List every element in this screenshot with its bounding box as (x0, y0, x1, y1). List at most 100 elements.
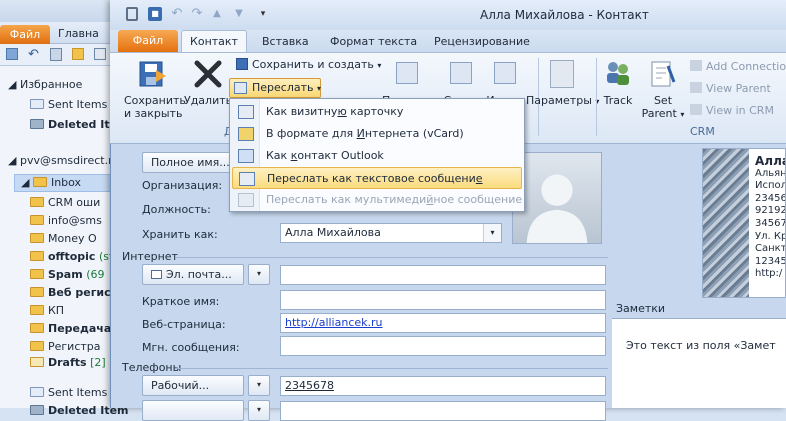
section-divider (176, 257, 608, 258)
menu-item-1[interactable]: Как визитную карточку (232, 101, 522, 123)
view-parent-button[interactable]: View Parent (690, 82, 771, 95)
account-header[interactable]: ◢ pvv@smsdirect.r (8, 154, 113, 167)
folder-item[interactable]: Передача (30, 322, 111, 335)
set-parent-label-1: Set (653, 94, 673, 107)
short-name-label: Краткое имя: (142, 295, 220, 308)
card-decoration (703, 149, 749, 297)
menu-item-2[interactable]: В формате для Интернета (vCard) (232, 123, 522, 145)
card-icon (238, 105, 254, 119)
menu-item-3[interactable]: Как контакт Outlook (232, 145, 522, 167)
card-line: Альянс (755, 167, 785, 179)
ribbon-separator (596, 58, 597, 136)
set-parent-button[interactable]: Set Parent ▾ (640, 54, 686, 124)
inbox-folder-icon (32, 177, 47, 187)
background-tab-file[interactable]: Файл (0, 25, 50, 44)
phone-button-2[interactable] (142, 400, 244, 421)
menu-item-5[interactable]: Переслать как мультимедийное сообщение (232, 189, 522, 211)
tab-format-text[interactable]: Формат текста (330, 33, 417, 52)
tab-contact[interactable]: Контакт (181, 30, 247, 53)
card-line: Ул. Кр (755, 230, 786, 242)
organization-label: Организация: (142, 179, 223, 192)
webpage-input[interactable]: http://alliancek.ru (280, 313, 606, 333)
tab-review[interactable]: Рецензирование (434, 33, 530, 52)
delete-x-icon (194, 60, 222, 88)
folder-drafts[interactable]: Drafts [2] (30, 356, 106, 369)
save-and-new-button[interactable]: Сохранить и создать ▾ (236, 58, 381, 71)
folder-icon (30, 251, 44, 261)
phone-input-2[interactable] (280, 401, 606, 421)
sent-items-icon (30, 99, 44, 109)
folder-item[interactable]: offtopic (sv (30, 250, 116, 263)
work-phone-button[interactable]: Рабочий... (142, 375, 244, 396)
forward-button[interactable]: Переслать ▾ (229, 78, 321, 98)
view-in-crm-button[interactable]: View in CRM (690, 104, 774, 117)
folder-item[interactable]: info@sms (30, 214, 102, 227)
work-phone-dropdown[interactable]: ▾ (248, 375, 270, 396)
folder-item[interactable]: Регистра (30, 340, 101, 353)
names-icon (494, 62, 516, 84)
app-menu-icon[interactable] (126, 7, 138, 21)
forward-menu: Как визитную карточку В формате для Интер… (229, 98, 525, 212)
notes-textarea[interactable]: Это текст из поля «Замет (612, 318, 786, 408)
contact-photo[interactable] (512, 152, 602, 244)
track-button[interactable]: Track (598, 54, 638, 124)
tab-insert[interactable]: Вставка (262, 33, 309, 52)
folder-item[interactable]: Money O (30, 232, 97, 245)
webpage-label: Веб-страница: (142, 318, 226, 331)
im-label: Мгн. сообщения: (142, 341, 240, 354)
redo-icon[interactable]: ↷ (190, 7, 204, 21)
folder-item[interactable]: КП (30, 304, 64, 317)
tab-file[interactable]: Файл (118, 30, 178, 52)
save-and-close-button[interactable]: Сохранить и закрыть (120, 54, 186, 124)
save-close-icon (139, 61, 166, 87)
track-label: Track (603, 94, 633, 107)
folder-icon (30, 233, 44, 243)
undo-icon[interactable]: ↶ (28, 47, 39, 62)
email-input[interactable] (280, 265, 606, 285)
save-icon[interactable]: ■ (148, 7, 162, 21)
card-line: Испол (755, 180, 786, 192)
menu-item-4[interactable]: Переслать как текстовое сообщение (232, 167, 522, 189)
folder-item[interactable]: Веб регис (30, 286, 111, 299)
up-arrow-icon[interactable]: ▲ (210, 7, 224, 21)
send-receive-icon[interactable] (6, 48, 18, 60)
options-button[interactable]: Параметры ▾ (526, 54, 599, 124)
short-name-input[interactable] (280, 290, 606, 310)
phone-dropdown-2[interactable]: ▾ (248, 400, 270, 421)
folder-sent[interactable]: Sent Items (30, 386, 107, 399)
folder-icon (30, 269, 44, 279)
fav-sent-items[interactable]: Sent Items (30, 98, 107, 111)
down-arrow-icon[interactable]: ▼ (232, 7, 246, 21)
forward-icon (234, 82, 247, 94)
deleted-items-icon (30, 119, 44, 129)
notes-header: Заметки (612, 300, 786, 318)
sent-items-icon (30, 387, 44, 397)
favorites-header[interactable]: ◢ Избранное (8, 78, 82, 91)
work-phone-input[interactable]: 2345678 (280, 376, 606, 396)
im-input[interactable] (280, 336, 606, 356)
chevron-down-icon[interactable]: ▾ (483, 224, 501, 242)
set-parent-label-2: Parent ▾ (641, 107, 685, 120)
delete-icon[interactable] (50, 48, 62, 61)
internet-section: Интернет (122, 250, 178, 263)
add-connection-button[interactable]: Add Connection (690, 60, 786, 73)
background-tab-main[interactable]: Главна (58, 27, 99, 40)
business-card-preview[interactable]: АллаАльянсИспол234569219234567Ул. КрСанк… (702, 148, 786, 298)
position-label: Должность: (142, 203, 211, 216)
deleted-items-icon (30, 405, 44, 415)
undo-icon[interactable]: ↶ (170, 7, 184, 21)
card-line: Алла (755, 154, 785, 168)
file-as-select[interactable]: Алла Михайлова ▾ (280, 223, 502, 243)
folder-item[interactable]: CRM оши (30, 196, 100, 209)
folder-icon[interactable] (72, 48, 84, 60)
delete-button[interactable]: Удалить (184, 54, 232, 124)
email-dropdown[interactable]: ▾ (248, 264, 270, 285)
vcard-icon (238, 127, 254, 141)
text-message-icon (239, 172, 255, 186)
folder-icon (30, 305, 44, 315)
customize-qat-icon[interactable]: ▾ (256, 7, 270, 21)
notes-text: Это текст из поля «Замет (626, 339, 776, 352)
folder-item[interactable]: Spam (69 (30, 268, 104, 281)
print-icon[interactable] (94, 48, 106, 60)
email-button[interactable]: Эл. почта... (142, 264, 244, 285)
